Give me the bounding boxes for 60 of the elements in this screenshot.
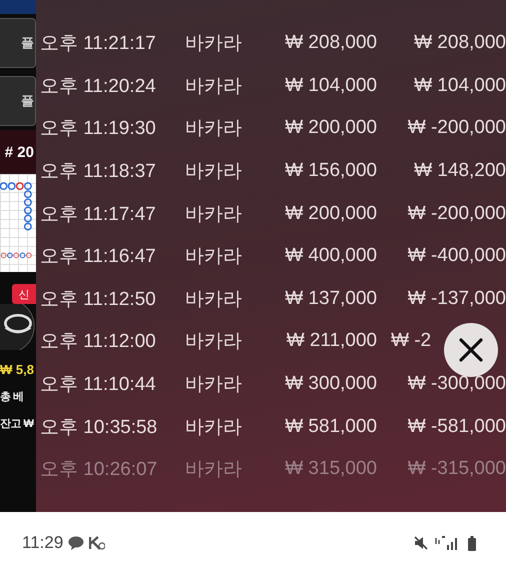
- round-label: # 20: [0, 130, 36, 174]
- game-text: 바카라: [185, 245, 243, 270]
- result-amount: ₩ -315,000: [406, 458, 506, 480]
- bet-amount: ₩ 156,000: [284, 160, 377, 182]
- chip-icon[interactable]: [0, 304, 36, 350]
- bet-amount: ₩ 211,000: [286, 330, 377, 352]
- time-text: 오후 11:12:00: [39, 330, 157, 354]
- result-amount: ₩ -200,000: [406, 202, 506, 225]
- bet-amount: ₩ 137,000: [284, 288, 377, 310]
- result-amount: ₩ -2: [391, 330, 432, 352]
- bet-amount: ₩ 200,000: [284, 202, 377, 225]
- bet-amount: ₩ 200,000: [284, 117, 377, 140]
- chat-icon: [68, 536, 84, 550]
- time-text: 오후 10:26:07: [39, 458, 158, 482]
- mute-icon: [414, 536, 428, 550]
- bet-amount: ₩ 300,000: [284, 373, 377, 396]
- game-text: 바카라: [185, 373, 243, 398]
- balance-amount: ₩ 5,8: [0, 362, 35, 377]
- game-text: 바카라: [185, 330, 243, 354]
- time-text: 오후 11:19:30: [39, 117, 157, 142]
- result-amount: ₩ -137,000: [406, 288, 506, 310]
- game-text: 바카라: [185, 288, 243, 312]
- close-button[interactable]: [444, 323, 498, 377]
- balance-label: 잔고 ₩: [0, 417, 35, 431]
- new-badge: 신: [12, 284, 36, 304]
- play-button[interactable]: 플: [0, 76, 36, 126]
- bet-amount: ₩ 315,000: [284, 458, 377, 480]
- battery-icon: [468, 536, 476, 550]
- result-amount: ₩ 148,200: [413, 160, 506, 182]
- bet-amount: ₩ 581,000: [284, 416, 377, 438]
- bet-amount: ₩ 208,000: [284, 32, 377, 54]
- result-amount: ₩ -200,000: [406, 117, 506, 140]
- game-text: 바카라: [185, 32, 243, 56]
- bet-amount: ₩ 104,000: [284, 74, 377, 97]
- time-text: 오후 11:16:47: [39, 245, 157, 270]
- time-text: 오후 11:21:17: [39, 32, 157, 56]
- result-amount: ₩ 208,000: [413, 32, 506, 54]
- result-amount: ₩ -581,000: [406, 416, 506, 438]
- close-icon: [458, 337, 484, 363]
- result-amount: ₩ -400,000: [406, 245, 506, 268]
- time-text: 오후 11:17:47: [39, 202, 157, 227]
- time-text: 오후 11:20:24: [39, 74, 157, 99]
- game-text: 바카라: [185, 117, 243, 142]
- game-text: 바카라: [185, 416, 243, 440]
- total-bet-label: 총 베: [0, 390, 25, 404]
- result-amount: ₩ -300,000: [406, 373, 506, 396]
- game-text: 바카라: [185, 160, 243, 184]
- app-icon: [89, 536, 106, 550]
- header-bar: [0, 0, 36, 14]
- bet-amount: ₩ 400,000: [284, 245, 377, 268]
- game-text: 바카라: [185, 458, 243, 482]
- result-amount: ₩ 104,000: [413, 74, 506, 97]
- time-text: 오후 11:10:44: [39, 373, 157, 398]
- clock-text: 11:29: [22, 533, 64, 553]
- time-text: 오후 10:35:58: [39, 416, 158, 440]
- time-text: 오후 11:18:37: [39, 160, 157, 184]
- game-text: 바카라: [185, 74, 243, 99]
- play-button[interactable]: 플: [0, 18, 36, 68]
- time-text: 오후 11:12:50: [39, 288, 157, 312]
- game-text: 바카라: [185, 202, 243, 227]
